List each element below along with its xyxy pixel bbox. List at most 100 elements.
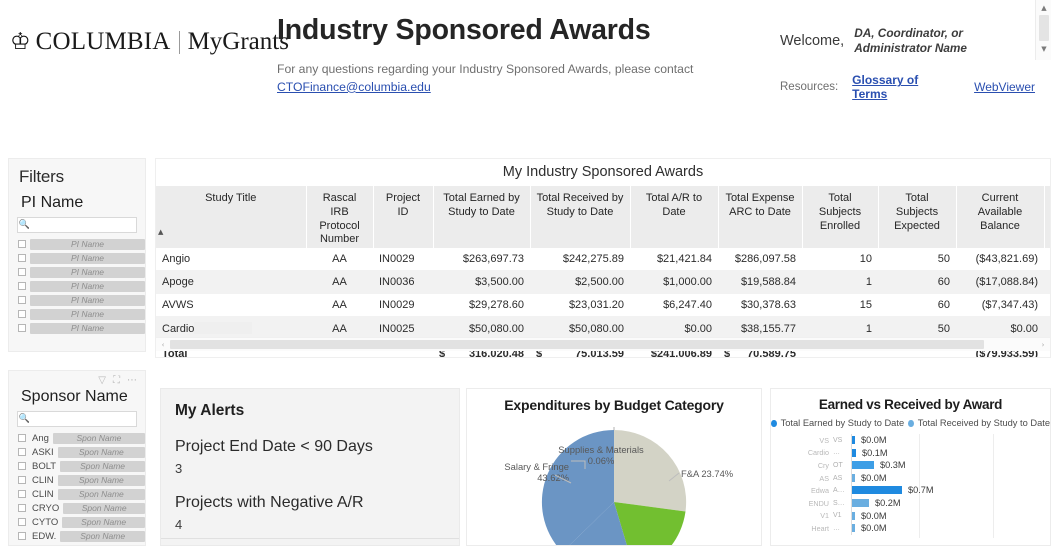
alert-value-project-end-date: 3 — [175, 461, 183, 476]
checkbox[interactable] — [18, 462, 26, 470]
checkbox[interactable] — [18, 434, 26, 442]
legend-label-earned[interactable]: Total Earned by Study to Date — [781, 418, 905, 428]
list-item[interactable]: EDW. Spon Name — [9, 529, 145, 543]
list-item[interactable]: PI Name — [9, 279, 145, 293]
list-item[interactable]: PI Name — [9, 237, 145, 251]
checkbox[interactable] — [18, 310, 26, 318]
table-row[interactable]: AVWS AA IN0029 $29,278.60 $23,031.20 $6,… — [156, 293, 1050, 317]
sponsor-name-search-input[interactable] — [30, 413, 136, 425]
alert-label-project-end-date[interactable]: Project End Date < 90 Days — [175, 438, 445, 456]
list-item[interactable]: PI Name — [9, 293, 145, 307]
contact-email-link[interactable]: CTOFinance@columbia.edu — [277, 80, 747, 94]
pi-name-redacted: PI Name — [30, 252, 145, 264]
bar-fill — [852, 436, 855, 444]
table-title: My Industry Sponsored Awards — [502, 164, 704, 180]
checkbox[interactable] — [18, 324, 26, 332]
bar-row[interactable]: ENDU S… $0.2M — [771, 496, 1050, 510]
column-header-study-title[interactable]: Study Title — [156, 186, 307, 248]
scroll-right-arrow-icon[interactable]: › — [1036, 341, 1050, 349]
more-options-icon[interactable]: ⋯ — [127, 376, 137, 386]
webviewer-link[interactable]: WebViewer — [974, 80, 1035, 94]
brand-columbia-text: COLUMBIA — [35, 28, 171, 55]
bar-row[interactable]: Heart … $0.0M — [771, 522, 1050, 535]
pie-label-supplies-materials: Supplies & Materials 0.06% — [558, 444, 644, 467]
scrollbar-thumb[interactable] — [1039, 15, 1049, 41]
column-header-total-earned[interactable]: Total Earned by Study to Date — [433, 186, 531, 248]
glossary-of-terms-link[interactable]: Glossary of Terms — [852, 73, 930, 101]
list-item[interactable]: BOLT Spon Name — [9, 459, 145, 473]
cell-earned: $263,697.73 — [433, 248, 530, 271]
bar-row[interactable]: Cry OT $0.3M — [771, 459, 1050, 472]
bar-row[interactable]: V1 V1 $0.0M — [771, 509, 1050, 523]
checkbox[interactable] — [18, 532, 26, 540]
bar-value-label: $0.0M — [861, 523, 887, 534]
column-header-total-received[interactable]: Total Received by Study to Date — [530, 186, 631, 248]
checkbox[interactable] — [18, 282, 26, 290]
legend-label-received[interactable]: Total Received by Study to Date — [918, 418, 1050, 428]
resources-label: Resources: — [780, 81, 839, 94]
sponsor-name-search-box[interactable]: 🔍 — [17, 411, 137, 427]
focus-mode-icon[interactable]: ⛶ — [113, 376, 120, 386]
list-item[interactable]: PI Name — [9, 321, 145, 335]
column-header-subjects-expected[interactable]: Total Subjects Expected — [878, 186, 957, 248]
bar-code-label: AS — [833, 474, 843, 482]
list-item[interactable]: PI Name — [9, 307, 145, 321]
list-item[interactable]: CRYO Spon Name — [9, 501, 145, 515]
checkbox[interactable] — [18, 504, 26, 512]
bar-track: $0.0M — [851, 434, 1050, 447]
alert-label-negative-ar[interactable]: Projects with Negative A/R — [175, 494, 445, 512]
checkbox[interactable] — [18, 448, 26, 456]
table-row[interactable]: Apoge AA IN0036 $3,500.00 $2,500.00 $1,0… — [156, 270, 1050, 294]
list-item[interactable]: Ang Spon Name — [9, 431, 145, 445]
pie-chart-title: Expenditures by Budget Category — [504, 397, 724, 413]
table-horizontal-scrollbar[interactable]: ‹ › — [156, 337, 1050, 351]
scrollbar-thumb[interactable] — [170, 340, 985, 349]
filter-icon[interactable]: ▽ — [98, 376, 106, 386]
checkbox[interactable] — [18, 476, 26, 484]
cell-ar: $21,421.84 — [630, 248, 718, 271]
bar-chart-legend: Total Earned by Study to Date Total Rece… — [771, 418, 1050, 428]
cell-overflow: A — [1044, 248, 1050, 271]
cell-project-id: IN0029 — [373, 248, 433, 271]
cell-enrolled: 10 — [802, 248, 878, 271]
bar-row[interactable]: Cardio … $0.1M — [771, 446, 1050, 460]
scroll-left-arrow-icon[interactable]: ‹ — [156, 341, 170, 349]
checkbox[interactable] — [18, 254, 26, 262]
pi-name-search-box[interactable]: 🔍 — [17, 217, 137, 233]
column-header-current-balance[interactable]: Current Available Balance — [956, 186, 1045, 248]
cell-balance: ($43,821.69) — [956, 248, 1044, 271]
checkbox[interactable] — [18, 240, 26, 248]
checkbox[interactable] — [18, 296, 26, 304]
pi-name-search-input[interactable] — [30, 219, 136, 231]
bar-value-label: $0.1M — [862, 447, 888, 458]
sort-ascending-icon[interactable]: ▲ — [158, 228, 163, 236]
bar-track: $0.0M — [851, 522, 1050, 535]
checkbox[interactable] — [18, 490, 26, 498]
list-item[interactable]: CLIN Spon Name — [9, 487, 145, 501]
checkbox[interactable] — [18, 268, 26, 276]
list-item[interactable]: ASKI Spon Name — [9, 445, 145, 459]
table-row[interactable]: Angio AA IN0029 $263,697.73 $242,275.89 … — [156, 248, 1050, 271]
column-header-total-expense-arc[interactable]: Total Expense ARC to Date — [718, 186, 803, 248]
checkbox[interactable] — [18, 518, 26, 526]
sponsor-name-filter-panel: ▽ ⛶ ⋯ Sponsor Name 🔍 Ang Spon Name ASKI … — [8, 370, 146, 546]
page-vertical-scrollbar[interactable]: ▲ ▼ — [1035, 0, 1051, 60]
bar-row[interactable]: VS VS $0.0M — [771, 434, 1050, 447]
scrollbar-track[interactable] — [170, 340, 1036, 349]
scroll-down-arrow-icon[interactable]: ▼ — [1036, 41, 1051, 56]
column-header-rascal-irb[interactable]: Rascal IRB Protocol Number — [306, 186, 374, 248]
scroll-up-arrow-icon[interactable]: ▲ — [1036, 0, 1051, 15]
bar-code-label: OT — [833, 461, 843, 469]
column-header-project-id[interactable]: Project ID — [373, 186, 434, 248]
pie-slice-fa — [614, 429, 687, 512]
bar-row[interactable]: Edwa A… $0.7M — [771, 484, 1050, 497]
pie-label-fa: F&A 23.74% — [681, 468, 734, 479]
search-icon: 🔍 — [18, 220, 30, 230]
column-header-total-ar[interactable]: Total A/R to Date — [630, 186, 719, 248]
list-item[interactable]: CYTO Spon Name — [9, 515, 145, 529]
list-item[interactable]: PI Name — [9, 265, 145, 279]
list-item[interactable]: PI Name — [9, 251, 145, 265]
bar-row[interactable]: AS AS $0.0M — [771, 471, 1050, 485]
list-item[interactable]: CLIN Spon Name — [9, 473, 145, 487]
column-header-subjects-enrolled[interactable]: Total Subjects Enrolled — [802, 186, 879, 248]
